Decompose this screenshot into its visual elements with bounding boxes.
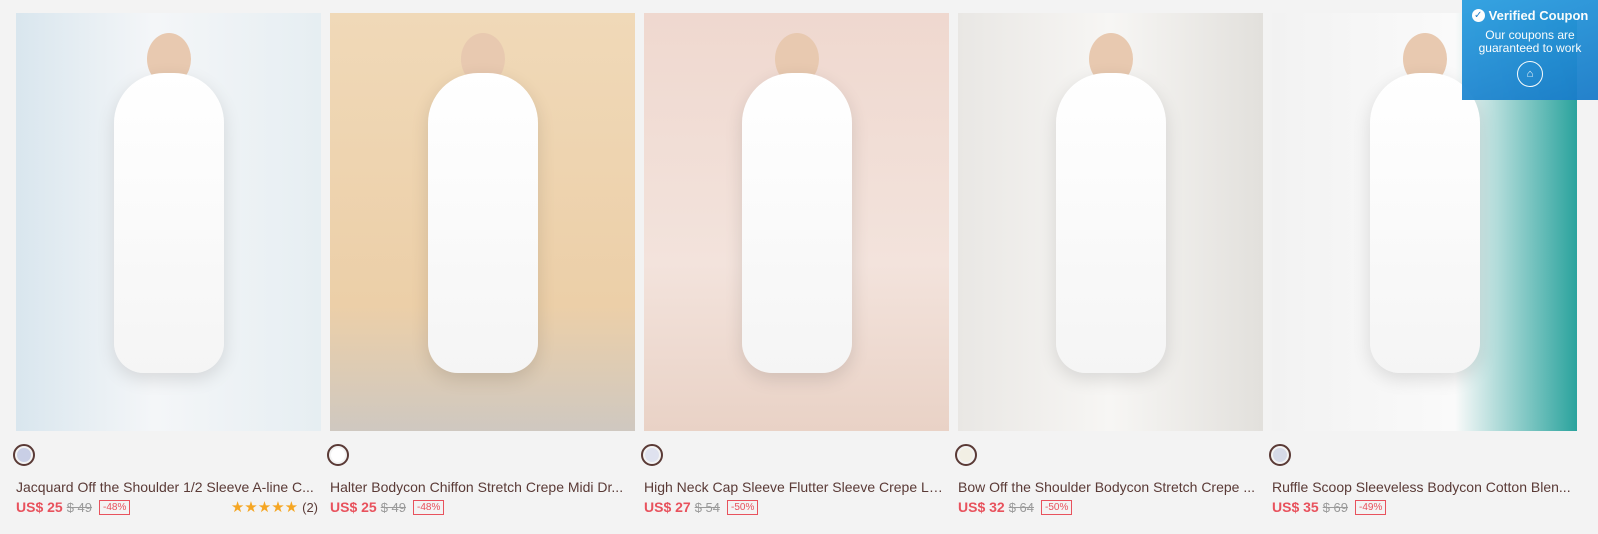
product-image[interactable] [330, 13, 635, 431]
star-icon: ★★★★★ [230, 499, 299, 516]
original-price: $ 69 [1322, 499, 1349, 515]
original-price: $ 49 [66, 499, 93, 515]
product-title[interactable]: Jacquard Off the Shoulder 1/2 Sleeve A-l… [16, 479, 318, 495]
original-price: $ 49 [380, 499, 407, 515]
color-swatch[interactable] [955, 444, 977, 466]
original-price: $ 64 [1008, 499, 1035, 515]
product-grid: Jacquard Off the Shoulder 1/2 Sleeve A-l… [13, 13, 1577, 515]
discount-badge: -49% [1355, 499, 1387, 515]
price-row: US$ 35 $ 69 -49% [1272, 499, 1387, 515]
product-title[interactable]: Halter Bodycon Chiffon Stretch Crepe Mid… [330, 479, 632, 495]
discount-badge: -50% [727, 499, 759, 515]
product-title[interactable]: High Neck Cap Sleeve Flutter Sleeve Crep… [644, 479, 946, 495]
coupon-text: Our coupons are guaranteed to work [1478, 28, 1582, 55]
verified-coupon-banner[interactable]: ✓ Verified Coupon Our coupons are guaran… [1462, 0, 1598, 100]
rating-count: (2) [302, 500, 318, 515]
model-dress [1369, 73, 1480, 373]
sale-price: US$ 32 [958, 499, 1005, 515]
price-row: US$ 25 $ 49 -48% [16, 499, 131, 515]
rating: ★★★★★ (2) [231, 500, 318, 515]
product-card[interactable]: High Neck Cap Sleeve Flutter Sleeve Crep… [641, 13, 949, 515]
discount-badge: -48% [413, 499, 445, 515]
price-row: US$ 25 $ 49 -48% [330, 499, 445, 515]
product-card[interactable]: Jacquard Off the Shoulder 1/2 Sleeve A-l… [13, 13, 321, 515]
discount-badge: -50% [1041, 499, 1073, 515]
coupon-title: Verified Coupon [1488, 8, 1589, 23]
product-card[interactable]: Halter Bodycon Chiffon Stretch Crepe Mid… [327, 13, 635, 515]
product-image[interactable] [958, 13, 1263, 431]
sale-price: US$ 27 [644, 499, 691, 515]
product-title[interactable]: Bow Off the Shoulder Bodycon Stretch Cre… [958, 479, 1260, 495]
price-row: US$ 27 $ 54 -50% [644, 499, 759, 515]
price-row: US$ 32 $ 64 -50% [958, 499, 1073, 515]
color-swatch[interactable] [641, 444, 663, 466]
product-card[interactable]: Bow Off the Shoulder Bodycon Stretch Cre… [955, 13, 1263, 515]
color-swatch[interactable] [1269, 444, 1291, 466]
color-swatch[interactable] [13, 444, 35, 466]
home-icon[interactable]: ⌂ [1517, 61, 1543, 87]
original-price: $ 54 [694, 499, 721, 515]
check-icon: ✓ [1471, 9, 1485, 22]
model-dress [113, 73, 224, 373]
product-image[interactable] [644, 13, 949, 431]
model-dress [427, 73, 538, 373]
model-dress [741, 73, 852, 373]
model-dress [1055, 73, 1166, 373]
product-title[interactable]: Ruffle Scoop Sleeveless Bodycon Cotton B… [1272, 479, 1574, 495]
sale-price: US$ 25 [16, 499, 63, 515]
sale-price: US$ 35 [1272, 499, 1319, 515]
sale-price: US$ 25 [330, 499, 377, 515]
coupon-header: ✓ Verified Coupon [1462, 8, 1598, 23]
product-image[interactable] [16, 13, 321, 431]
discount-badge: -48% [99, 499, 131, 515]
color-swatch[interactable] [327, 444, 349, 466]
